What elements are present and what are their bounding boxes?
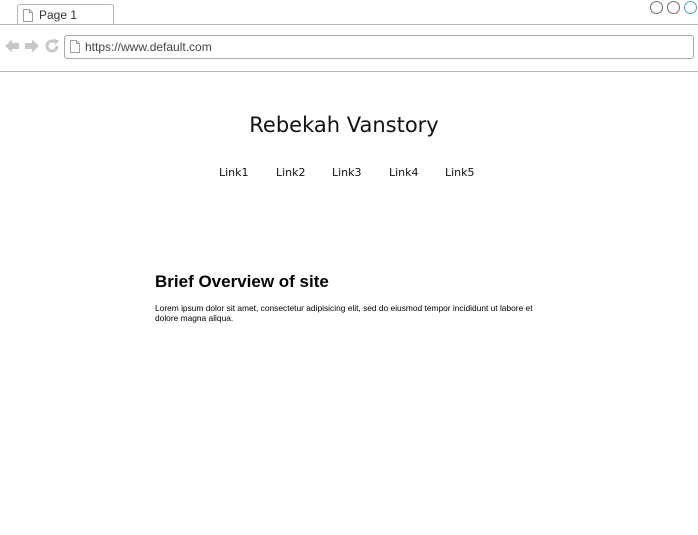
back-arrow-icon[interactable] (4, 38, 20, 54)
section-body-text: Lorem ipsum dolor sit amet, consectetur … (155, 303, 533, 323)
tab-strip: Page 1 (0, 0, 698, 25)
url-text: https://www.default.com (85, 40, 212, 54)
section-heading: Brief Overview of site (155, 272, 329, 291)
nav-link-1[interactable]: Link1 (219, 166, 249, 179)
forward-arrow-icon[interactable] (24, 38, 40, 54)
navigation-bar: https://www.default.com (0, 25, 698, 72)
window-control-button[interactable] (667, 1, 680, 14)
nav-link-3[interactable]: Link3 (332, 166, 362, 179)
page-title: Rebekah Vanstory (249, 113, 439, 137)
tab-label: Page 1 (39, 8, 78, 22)
window-control-button[interactable] (684, 1, 697, 14)
nav-link-5[interactable]: Link5 (445, 166, 475, 179)
nav-link-2[interactable]: Link2 (276, 166, 306, 179)
reload-icon[interactable] (44, 38, 60, 54)
divider (0, 71, 698, 72)
document-icon (23, 9, 33, 22)
window-control-button[interactable] (650, 1, 663, 14)
browser-window: Page 1 https://www.default.com Rebekah V… (0, 0, 698, 535)
nav-link-4[interactable]: Link4 (389, 166, 419, 179)
address-bar[interactable]: https://www.default.com (64, 35, 694, 59)
browser-tab[interactable]: Page 1 (17, 4, 114, 25)
document-icon (70, 40, 80, 53)
